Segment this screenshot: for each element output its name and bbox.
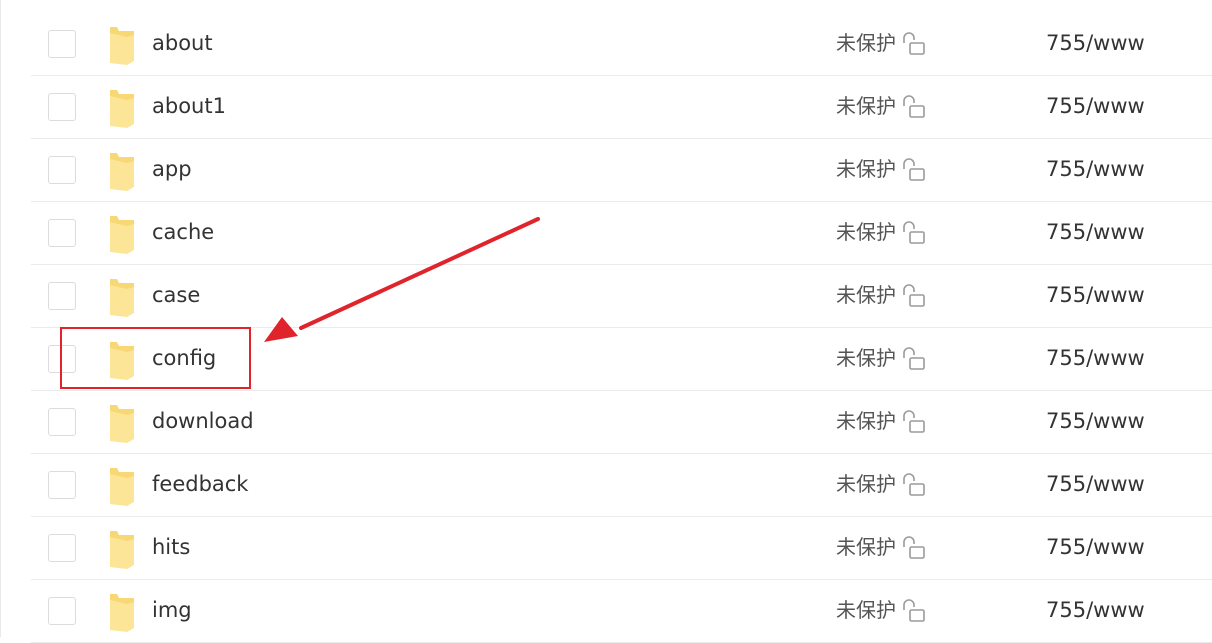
file-name[interactable]: config xyxy=(152,344,216,372)
file-row-hits[interactable]: hits 未保护 755/www xyxy=(31,517,1212,580)
file-row-cache[interactable]: cache 未保护 755/www xyxy=(31,202,1212,265)
file-name[interactable]: app xyxy=(152,155,192,183)
row-checkbox[interactable] xyxy=(48,156,76,184)
permission-owner[interactable]: 755/www xyxy=(1046,92,1145,120)
file-row-about1[interactable]: about1 未保护 755/www xyxy=(31,76,1212,139)
folder-icon xyxy=(110,216,134,254)
unlocked-padlock-icon[interactable] xyxy=(902,409,926,435)
row-checkbox[interactable] xyxy=(48,408,76,436)
folder-icon xyxy=(110,27,134,65)
file-name[interactable]: case xyxy=(152,281,200,309)
permission-owner[interactable]: 755/www xyxy=(1046,596,1145,624)
row-checkbox[interactable] xyxy=(48,30,76,58)
unlocked-padlock-icon[interactable] xyxy=(902,94,926,120)
permission-owner[interactable]: 755/www xyxy=(1046,281,1145,309)
protection-status: 未保护 xyxy=(836,472,896,496)
file-row-app[interactable]: app 未保护 755/www xyxy=(31,139,1212,202)
file-row-img[interactable]: img 未保护 755/www xyxy=(31,580,1212,643)
protection-status: 未保护 xyxy=(836,220,896,244)
file-row-download[interactable]: download 未保护 755/www xyxy=(31,391,1212,454)
permission-owner[interactable]: 755/www xyxy=(1046,29,1145,57)
file-row-config[interactable]: config 未保护 755/www xyxy=(31,328,1212,391)
protection-status: 未保护 xyxy=(836,31,896,55)
file-name[interactable]: about1 xyxy=(152,92,226,120)
row-checkbox[interactable] xyxy=(48,597,76,625)
row-checkbox[interactable] xyxy=(48,93,76,121)
protection-status: 未保护 xyxy=(836,94,896,118)
unlocked-padlock-icon[interactable] xyxy=(902,346,926,372)
file-row-case[interactable]: case 未保护 755/www xyxy=(31,265,1212,328)
row-checkbox[interactable] xyxy=(48,345,76,373)
unlocked-padlock-icon[interactable] xyxy=(902,157,926,183)
protection-status: 未保护 xyxy=(836,157,896,181)
permission-owner[interactable]: 755/www xyxy=(1046,218,1145,246)
protection-status: 未保护 xyxy=(836,409,896,433)
folder-icon xyxy=(110,468,134,506)
protection-status: 未保护 xyxy=(836,283,896,307)
unlocked-padlock-icon[interactable] xyxy=(902,220,926,246)
folder-icon xyxy=(110,405,134,443)
file-row-feedback[interactable]: feedback 未保护 755/www xyxy=(31,454,1212,517)
unlocked-padlock-icon[interactable] xyxy=(902,535,926,561)
unlocked-padlock-icon[interactable] xyxy=(902,31,926,57)
unlocked-padlock-icon[interactable] xyxy=(902,283,926,309)
folder-icon xyxy=(110,90,134,128)
folder-icon xyxy=(110,153,134,191)
folder-icon xyxy=(110,279,134,317)
file-name[interactable]: hits xyxy=(152,533,190,561)
file-name[interactable]: about xyxy=(152,29,213,57)
file-name[interactable]: img xyxy=(152,596,192,624)
permission-owner[interactable]: 755/www xyxy=(1046,155,1145,183)
folder-icon xyxy=(110,531,134,569)
protection-status: 未保护 xyxy=(836,535,896,559)
row-checkbox[interactable] xyxy=(48,282,76,310)
permission-owner[interactable]: 755/www xyxy=(1046,407,1145,435)
permission-owner[interactable]: 755/www xyxy=(1046,533,1145,561)
permission-owner[interactable]: 755/www xyxy=(1046,344,1145,372)
file-name[interactable]: download xyxy=(152,407,254,435)
file-list-panel: about 未保护 755/www about1 未保护 755/www app… xyxy=(0,0,1212,643)
unlocked-padlock-icon[interactable] xyxy=(902,598,926,624)
row-checkbox[interactable] xyxy=(48,219,76,247)
file-name[interactable]: feedback xyxy=(152,470,248,498)
unlocked-padlock-icon[interactable] xyxy=(902,472,926,498)
protection-status: 未保护 xyxy=(836,346,896,370)
protection-status: 未保护 xyxy=(836,598,896,622)
row-checkbox[interactable] xyxy=(48,534,76,562)
folder-icon xyxy=(110,594,134,632)
file-row-about[interactable]: about 未保护 755/www xyxy=(31,13,1212,76)
file-name[interactable]: cache xyxy=(152,218,214,246)
folder-icon xyxy=(110,342,134,380)
permission-owner[interactable]: 755/www xyxy=(1046,470,1145,498)
row-checkbox[interactable] xyxy=(48,471,76,499)
